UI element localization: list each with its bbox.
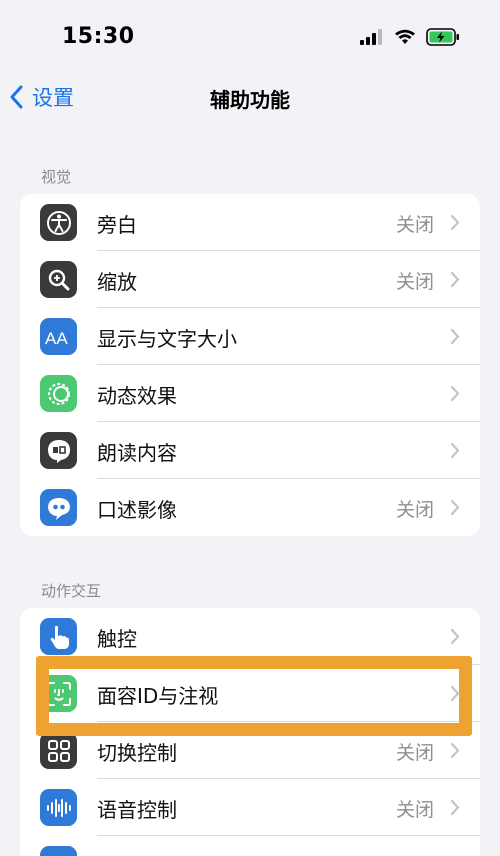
chevron-right-icon bbox=[450, 385, 460, 402]
chevron-right-icon bbox=[450, 442, 460, 459]
row-motion[interactable]: 动态效果 bbox=[20, 365, 480, 422]
settings-group-vision: 旁白 关闭 缩放 关闭 AA 显示与文字大小 动态效果 朗读内容 口述影像 关闭 bbox=[20, 194, 480, 536]
touch-icon bbox=[40, 618, 77, 655]
chevron-right-icon bbox=[450, 685, 460, 702]
row-value: 关闭 bbox=[395, 499, 434, 521]
row-label: 口述影像 bbox=[97, 498, 177, 522]
row-zoom[interactable]: 缩放 关闭 bbox=[20, 251, 480, 308]
section-header-physical-motor: 动作交互 bbox=[41, 582, 102, 600]
row-voiceover[interactable]: 旁白 关闭 bbox=[20, 194, 480, 251]
voiceover-icon bbox=[40, 204, 77, 241]
navigation-bar: 设置 辅助功能 bbox=[0, 74, 500, 120]
row-label: 切换控制 bbox=[97, 741, 177, 765]
row-switch-control[interactable]: 切换控制 关闭 bbox=[20, 722, 480, 779]
audio-description-icon bbox=[40, 489, 77, 526]
row-display-text-size[interactable]: AA 显示与文字大小 bbox=[20, 308, 480, 365]
chevron-right-icon bbox=[450, 271, 460, 288]
row-label: 触控 bbox=[97, 627, 137, 651]
wifi-icon bbox=[395, 29, 415, 44]
row-label: 朗读内容 bbox=[97, 441, 177, 465]
status-icons bbox=[360, 26, 460, 48]
chevron-right-icon bbox=[450, 214, 460, 231]
chevron-right-icon bbox=[450, 328, 460, 345]
status-bar: 15:30 bbox=[0, 0, 500, 74]
chevron-right-icon bbox=[450, 742, 460, 759]
row-face-id-attention[interactable]: 面容ID与注视 bbox=[20, 665, 480, 722]
row-audio-descriptions[interactable]: 口述影像 关闭 bbox=[20, 479, 480, 536]
text-size-icon: AA bbox=[40, 318, 77, 355]
row-label: 语音控制 bbox=[97, 798, 177, 822]
row-next-partial[interactable] bbox=[20, 836, 480, 856]
zoom-icon bbox=[40, 261, 77, 298]
partial-row-icon bbox=[40, 846, 77, 856]
row-value: 关闭 bbox=[395, 271, 434, 293]
row-label: 缩放 bbox=[97, 270, 137, 294]
status-time: 15:30 bbox=[62, 24, 135, 49]
switch-control-icon bbox=[40, 732, 77, 769]
row-value: 关闭 bbox=[395, 799, 434, 821]
motion-icon bbox=[40, 375, 77, 412]
page-title: 辅助功能 bbox=[210, 88, 290, 112]
battery-charging-icon bbox=[426, 28, 459, 46]
chevron-right-icon bbox=[450, 799, 460, 816]
row-label: 动态效果 bbox=[97, 384, 177, 408]
svg-text:AA: AA bbox=[45, 329, 68, 348]
face-id-icon bbox=[40, 675, 77, 712]
voice-control-icon bbox=[40, 789, 77, 826]
section-header-vision: 视觉 bbox=[41, 168, 72, 186]
chevron-right-icon bbox=[450, 628, 460, 645]
row-value: 关闭 bbox=[395, 214, 434, 236]
row-spoken-content[interactable]: 朗读内容 bbox=[20, 422, 480, 479]
settings-group-physical-motor: 触控 面容ID与注视 切换控制 关闭 语音控制 关闭 bbox=[20, 608, 480, 856]
row-label: 旁白 bbox=[97, 213, 137, 237]
row-voice-control[interactable]: 语音控制 关闭 bbox=[20, 779, 480, 836]
row-touch[interactable]: 触控 bbox=[20, 608, 480, 665]
signal-icon bbox=[360, 29, 382, 45]
chevron-right-icon bbox=[450, 499, 460, 516]
spoken-content-icon bbox=[40, 432, 77, 469]
row-value: 关闭 bbox=[395, 742, 434, 764]
row-label: 面容ID与注视 bbox=[97, 684, 219, 708]
row-label: 显示与文字大小 bbox=[97, 327, 237, 351]
